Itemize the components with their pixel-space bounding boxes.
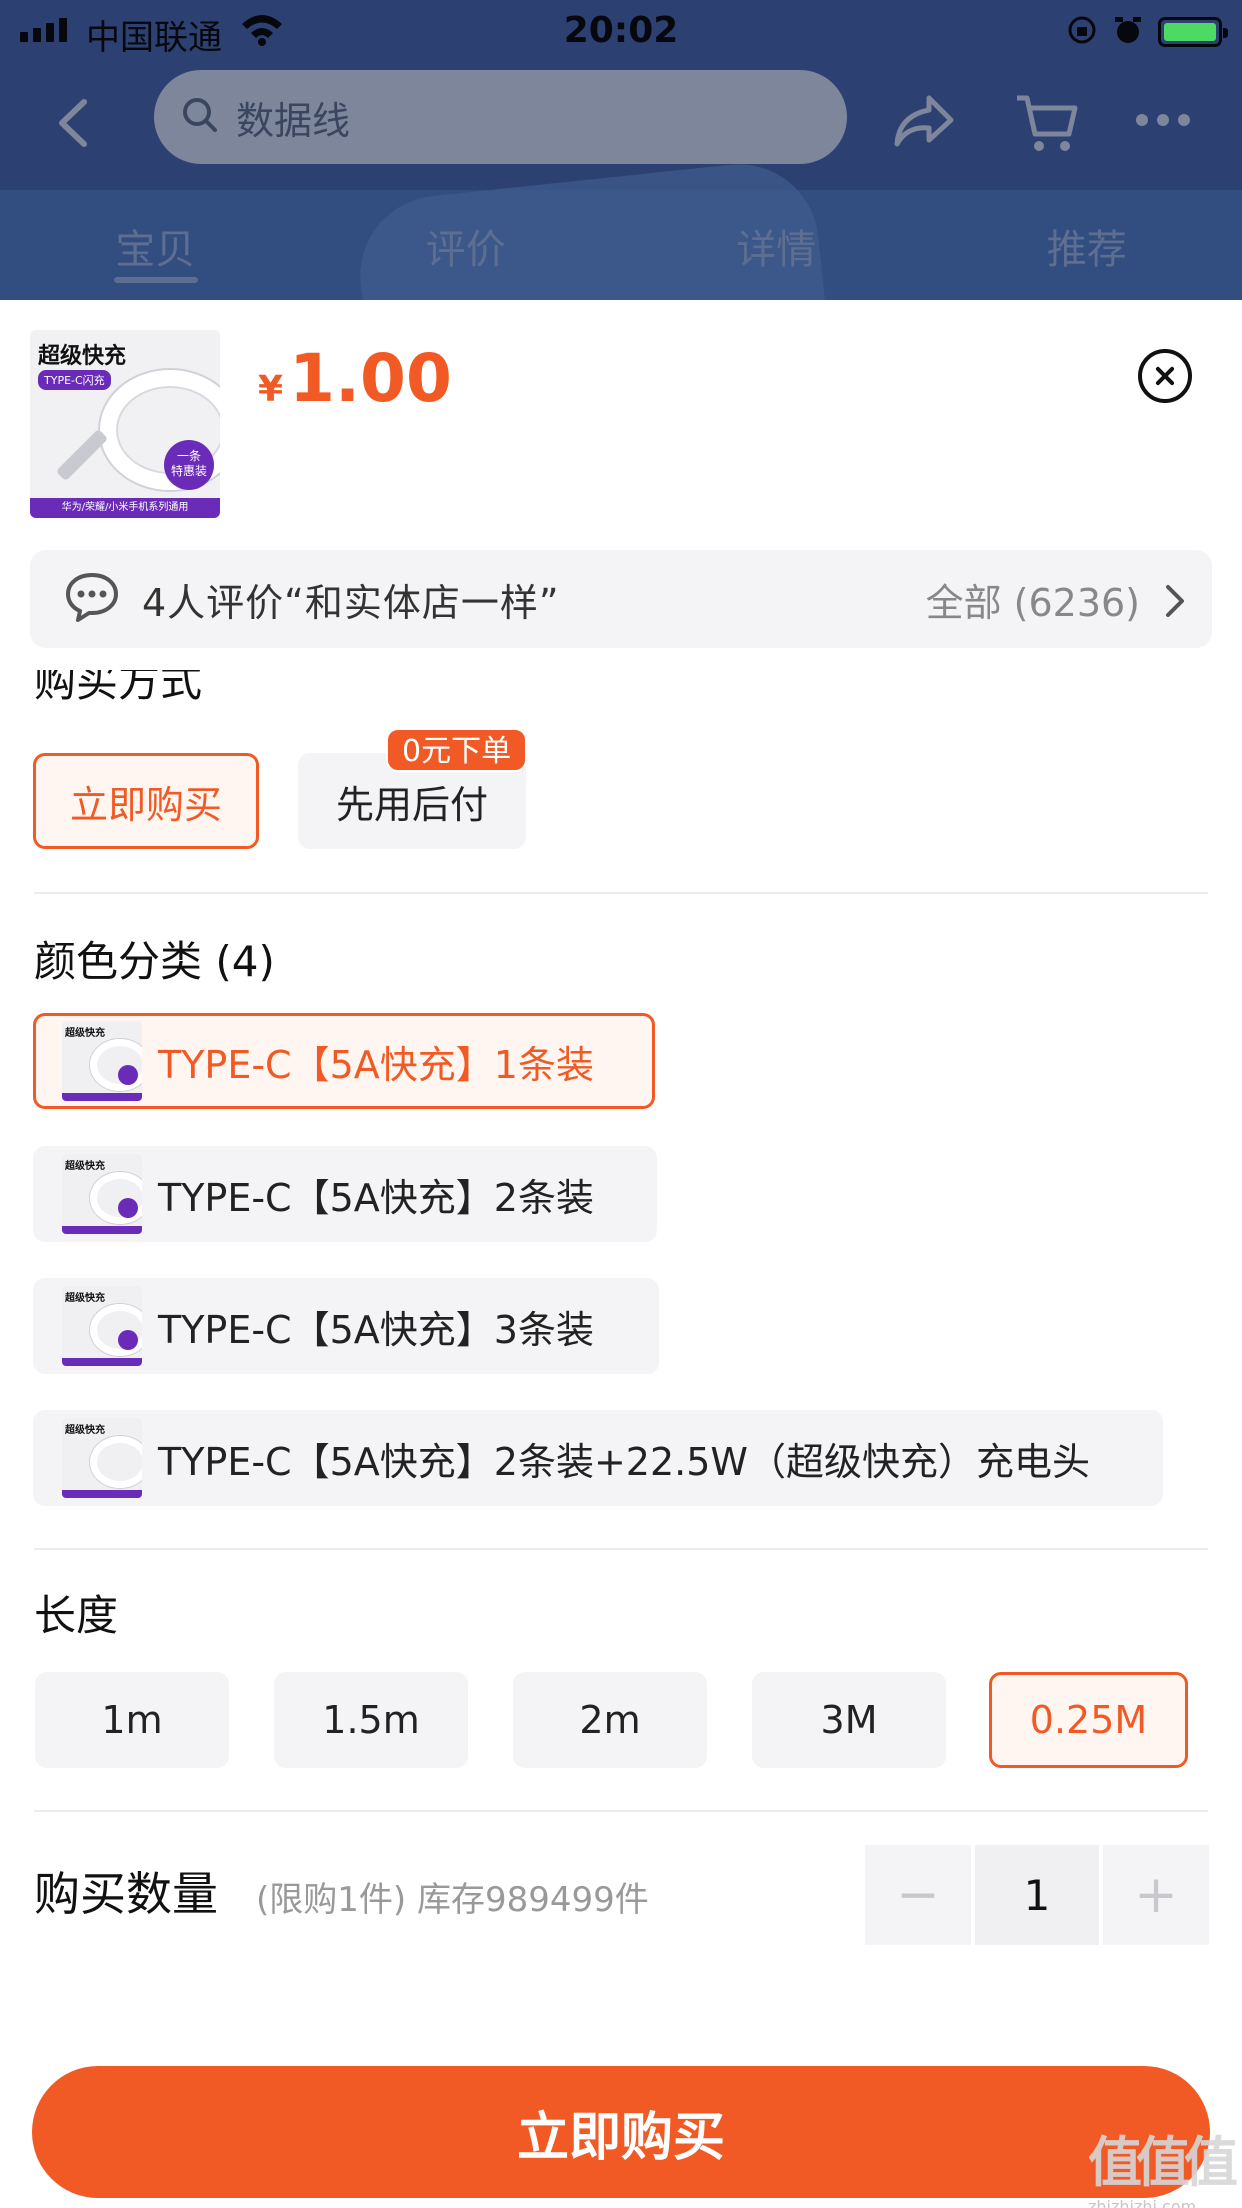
color-option-4[interactable]: 超级快充 TYPE-C【5A快充】2条装+22.5W（超级快充）充电头 <box>33 1410 1163 1506</box>
option-thumbnail: 超级快充 <box>62 1418 142 1498</box>
price-amount: 1.00 <box>289 340 452 417</box>
length-option-2m[interactable]: 2m <box>513 1672 707 1768</box>
status-bar: 中国联通 20:02 <box>0 0 1242 62</box>
divider <box>34 892 1208 894</box>
tab-bar: 宝贝 评价 详情 推荐 <box>0 205 1242 300</box>
decrement-button[interactable]: − <box>865 1845 971 1945</box>
quantity-note: (限购1件) 库存989499件 <box>256 1880 649 1920</box>
close-button[interactable] <box>1138 349 1192 403</box>
more-button[interactable] <box>1136 114 1190 126</box>
option-label: TYPE-C【5A快充】2条装+22.5W（超级快充）充电头 <box>158 1439 1090 1484</box>
clock: 20:02 <box>563 10 679 51</box>
thumb-title: 超级快充 <box>38 344 127 369</box>
tab-recommend[interactable]: 推荐 <box>932 205 1242 300</box>
zero-yuan-badge: 0元下单 <box>386 728 528 772</box>
nav-bar: 数据线 <box>0 62 1242 182</box>
share-button[interactable] <box>893 94 955 152</box>
back-button[interactable] <box>50 96 100 150</box>
background-page: 中国联通 20:02 数据线 宝贝 评价 详情 推荐 <box>0 0 1242 300</box>
quantity-value[interactable]: 1 <box>975 1845 1099 1945</box>
color-option-3[interactable]: 超级快充 TYPE-C【5A快充】3条装 <box>33 1278 659 1374</box>
quantity-label: 购买数量 <box>34 1867 218 1921</box>
chat-bubble-icon <box>64 571 120 627</box>
sku-sheet: 超级快充 TYPE-C闪充 一条 特惠装 华为/荣耀/小米手机系列通用 ¥1.0… <box>0 300 1242 2208</box>
length-option-0-25m[interactable]: 0.25M <box>989 1672 1188 1768</box>
battery-icon <box>1158 17 1228 47</box>
product-thumbnail[interactable]: 超级快充 TYPE-C闪充 一条 特惠装 华为/荣耀/小米手机系列通用 <box>30 330 220 518</box>
watermark: 值值值 zhizhizhi.com <box>1088 2118 1238 2208</box>
review-all-link[interactable]: 全部 (6236) <box>926 572 1140 627</box>
length-option-1m[interactable]: 1m <box>35 1672 229 1768</box>
divider <box>34 1548 1208 1550</box>
search-query: 数据线 <box>236 98 351 143</box>
increment-button[interactable]: + <box>1103 1845 1209 1945</box>
tab-details[interactable]: 详情 <box>621 205 932 300</box>
color-section-title: 颜色分类 (4) <box>34 937 275 986</box>
thumb-circle: 一条 特惠装 <box>164 440 214 490</box>
watermark-logo: 值值值 <box>1088 2131 1238 2194</box>
length-option-3m[interactable]: 3M <box>752 1672 946 1768</box>
price: ¥1.00 <box>258 340 452 417</box>
option-label: TYPE-C【5A快充】3条装 <box>158 1307 594 1352</box>
option-label: TYPE-C【5A快充】2条装 <box>158 1175 594 1220</box>
divider <box>34 1810 1208 1812</box>
buy-now-button[interactable]: 立即购买 <box>32 2066 1210 2198</box>
cart-button[interactable] <box>1015 92 1079 158</box>
plug-image <box>55 428 109 482</box>
watermark-url: zhizhizhi.com <box>1088 2197 1197 2208</box>
option-thumbnail: 超级快充 <box>62 1286 142 1366</box>
orientation-lock-icon <box>1066 14 1098 50</box>
chevron-right-icon <box>1164 584 1186 622</box>
option-thumbnail: 超级快充 <box>62 1021 142 1101</box>
purchase-method-title: 购买方式 <box>34 670 203 706</box>
currency-symbol: ¥ <box>258 369 284 410</box>
option-label: TYPE-C【5A快充】1条装 <box>158 1042 594 1087</box>
tab-item[interactable]: 宝贝 <box>0 205 311 300</box>
alarm-icon <box>1112 14 1144 50</box>
quantity-stepper: − 1 + <box>865 1845 1209 1945</box>
length-section-title: 长度 <box>34 1591 119 1640</box>
option-thumbnail: 超级快充 <box>62 1154 142 1234</box>
review-summary[interactable]: 4人评价“和实体店一样” 全部 (6236) <box>30 550 1212 648</box>
color-option-1[interactable]: 超级快充 TYPE-C【5A快充】1条装 <box>33 1013 655 1109</box>
tab-reviews[interactable]: 评价 <box>311 205 622 300</box>
search-input[interactable]: 数据线 <box>154 70 847 164</box>
color-option-2[interactable]: 超级快充 TYPE-C【5A快充】2条装 <box>33 1146 657 1242</box>
thumb-footer: 华为/荣耀/小米手机系列通用 <box>30 498 220 518</box>
search-icon <box>180 95 220 139</box>
thumb-badge: TYPE-C闪充 <box>38 370 111 390</box>
review-text: 4人评价“和实体店一样” <box>142 580 560 625</box>
purchase-option-buy-now[interactable]: 立即购买 <box>33 753 259 849</box>
length-option-1-5m[interactable]: 1.5m <box>274 1672 468 1768</box>
